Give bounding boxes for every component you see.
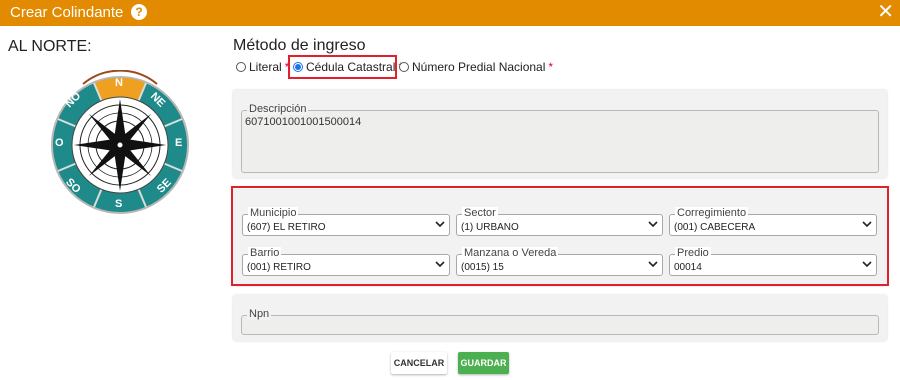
- dialog-title-bar: Crear Colindante ? ✕: [0, 0, 900, 26]
- side-title: AL NORTE:: [8, 38, 92, 55]
- description-field[interactable]: Descripción 6071001001001500014: [241, 103, 879, 173]
- npn-card: Npn: [233, 295, 887, 341]
- dialog-title: Crear Colindante: [10, 4, 124, 21]
- highlight-cedula: [288, 55, 397, 79]
- radio-numero-predial[interactable]: Número Predial Nacional *: [399, 60, 553, 74]
- radio-numero-predial-circle[interactable]: [399, 62, 409, 72]
- manzana-label: Manzana o Vereda: [462, 247, 559, 259]
- corregimiento-select[interactable]: Corregimiento (001) CABECERA: [669, 207, 877, 236]
- description-label: Descripción: [247, 103, 309, 115]
- chevron-down-icon[interactable]: [861, 218, 873, 230]
- manzana-select[interactable]: Manzana o Vereda (0015) 15: [456, 247, 663, 276]
- save-button[interactable]: GUARDAR: [458, 352, 509, 374]
- description-card: Descripción 6071001001001500014: [233, 90, 887, 178]
- sector-select[interactable]: Sector (1) URBANO: [456, 207, 663, 236]
- barrio-value: (001) RETIRO: [247, 262, 311, 273]
- radio-literal-circle[interactable]: [236, 62, 246, 72]
- radio-literal-label: Literal: [249, 60, 282, 74]
- municipio-select[interactable]: Municipio (607) EL RETIRO: [242, 207, 450, 236]
- compass-label-s[interactable]: S: [115, 198, 122, 210]
- chevron-down-icon[interactable]: [434, 218, 446, 230]
- method-title: Método de ingreso: [233, 37, 366, 54]
- corregimiento-value: (001) CABECERA: [674, 222, 756, 233]
- cancel-button[interactable]: CANCELAR: [391, 352, 447, 374]
- npn-label: Npn: [247, 308, 272, 320]
- chevron-down-icon[interactable]: [434, 258, 446, 270]
- municipio-value: (607) EL RETIRO: [247, 222, 326, 233]
- chevron-down-icon[interactable]: [647, 258, 659, 270]
- barrio-label: Barrio: [248, 247, 282, 259]
- manzana-value: (0015) 15: [461, 262, 504, 273]
- predio-label: Predio: [675, 247, 711, 259]
- predio-value: 00014: [674, 262, 702, 273]
- radio-literal[interactable]: Literal *: [236, 60, 289, 74]
- compass-rose: N NE E SE S SO O NO: [51, 69, 191, 216]
- compass-label-n[interactable]: N: [115, 77, 123, 89]
- municipio-label: Municipio: [248, 207, 299, 219]
- sector-value: (1) URBANO: [461, 222, 519, 233]
- help-icon[interactable]: ?: [131, 4, 147, 20]
- close-icon[interactable]: ✕: [877, 1, 894, 23]
- chevron-down-icon[interactable]: [647, 218, 659, 230]
- npn-field[interactable]: Npn: [241, 308, 879, 335]
- description-value: 6071001001001500014: [245, 116, 362, 128]
- predio-select[interactable]: Predio 00014: [669, 247, 877, 276]
- radio-numero-predial-label: Número Predial Nacional: [412, 60, 546, 74]
- chevron-down-icon[interactable]: [861, 258, 873, 270]
- corregimiento-label: Corregimiento: [675, 207, 749, 219]
- barrio-select[interactable]: Barrio (001) RETIRO: [242, 247, 450, 276]
- compass-label-e[interactable]: E: [175, 137, 182, 149]
- required-marker: *: [548, 60, 554, 74]
- sector-label: Sector: [462, 207, 498, 219]
- compass-label-o[interactable]: O: [55, 137, 64, 149]
